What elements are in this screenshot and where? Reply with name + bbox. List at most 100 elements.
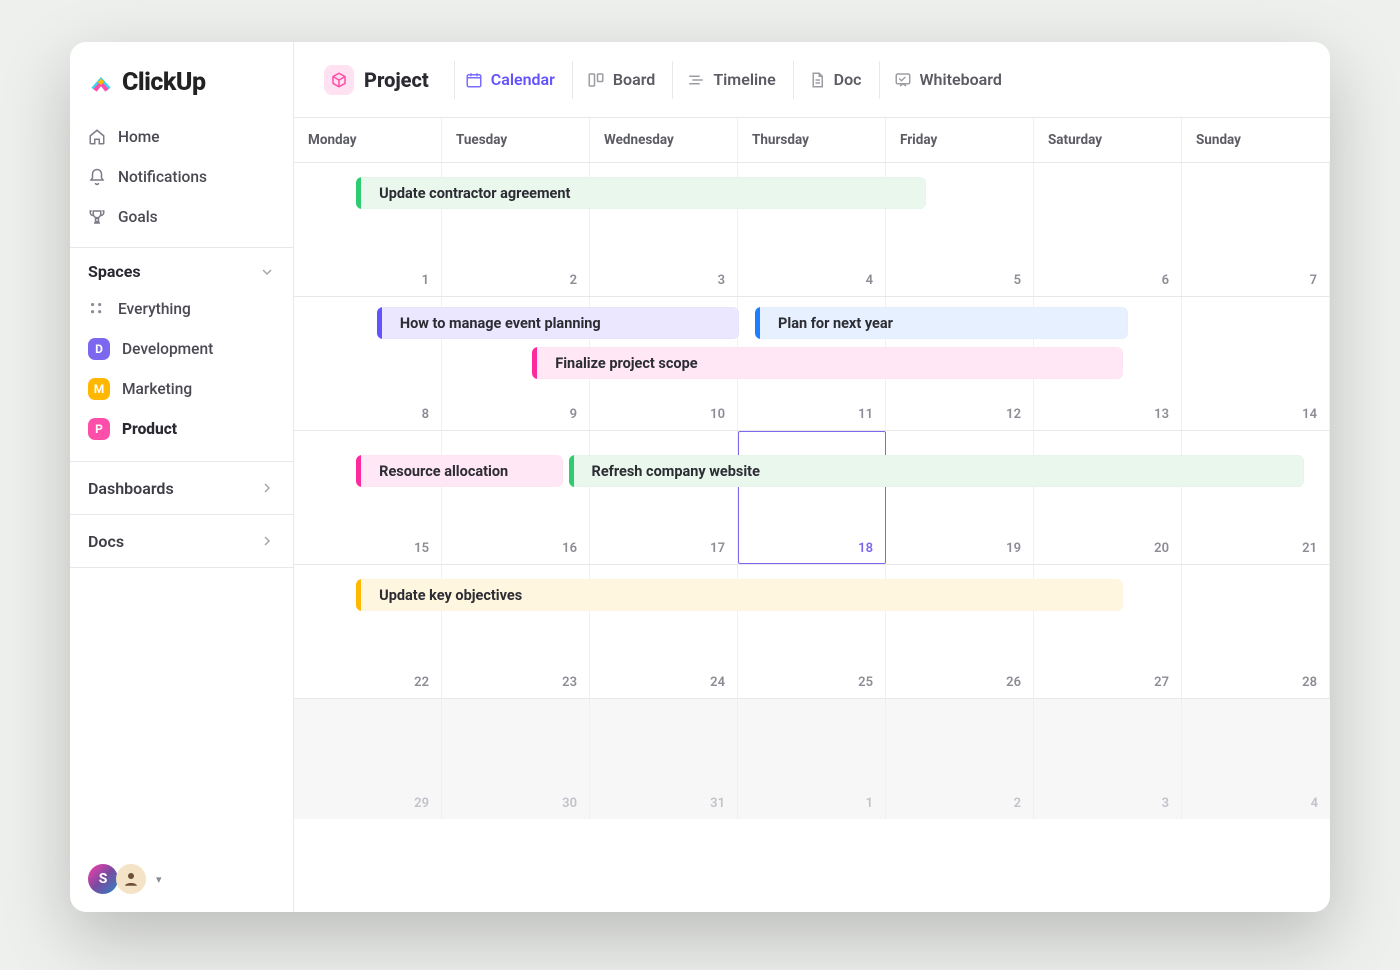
bell-icon xyxy=(88,168,106,186)
calendar-cell[interactable]: 28 xyxy=(1182,565,1330,698)
space-badge-product: P xyxy=(88,418,110,440)
tab-doc[interactable]: Doc xyxy=(793,61,876,99)
nav-goals[interactable]: Goals xyxy=(78,197,285,237)
event-refresh-website[interactable]: Refresh company website xyxy=(569,455,1305,487)
calendar-cell[interactable]: 3 xyxy=(1034,699,1182,819)
avatar-menu-caret-icon[interactable]: ▾ xyxy=(156,873,162,886)
day-mon: Monday xyxy=(294,118,442,162)
tab-calendar-label: Calendar xyxy=(491,70,555,89)
event-finalize-scope[interactable]: Finalize project scope xyxy=(532,347,1123,379)
calendar-cell[interactable]: 29 xyxy=(294,699,442,819)
development-label: Development xyxy=(122,340,213,358)
everything-icon xyxy=(88,300,106,318)
doc-icon xyxy=(808,71,826,89)
event-event-planning[interactable]: How to manage event planning xyxy=(377,307,740,339)
calendar-cell[interactable]: 21 xyxy=(1182,431,1330,564)
sidebar: ClickUp Home Notifications Goals xyxy=(70,42,294,912)
nav-notifications-label: Notifications xyxy=(118,168,207,186)
everything-label: Everything xyxy=(118,300,191,318)
calendar-week: 29 30 31 1 2 3 4 xyxy=(294,699,1330,819)
tab-whiteboard-label: Whiteboard xyxy=(920,70,1002,89)
calendar-cell[interactable]: 20 xyxy=(1034,431,1182,564)
calendar-cell[interactable]: 2 xyxy=(886,699,1034,819)
brand-name: ClickUp xyxy=(122,68,206,97)
calendar-week: 22 23 24 25 26 27 28 Update key objectiv… xyxy=(294,565,1330,699)
event-update-contractor[interactable]: Update contractor agreement xyxy=(356,177,926,209)
space-badge-development: D xyxy=(88,338,110,360)
day-thu: Thursday xyxy=(738,118,886,162)
user-avatars[interactable]: S ▾ xyxy=(88,864,162,894)
home-icon xyxy=(88,128,106,146)
board-icon xyxy=(587,71,605,89)
calendar-week: 1 2 3 4 5 6 7 Update contractor agreemen… xyxy=(294,163,1330,297)
sidebar-item-dashboards[interactable]: Dashboards xyxy=(70,462,293,514)
breadcrumb-project[interactable]: Project xyxy=(312,59,441,101)
spaces-header[interactable]: Spaces xyxy=(70,248,293,289)
spaces-label: Spaces xyxy=(88,262,141,281)
calendar-cell[interactable]: 19 xyxy=(886,431,1034,564)
calendar-cell[interactable]: 14 xyxy=(1182,297,1330,430)
event-color-bar xyxy=(569,455,574,487)
calendar-week: 15 16 17 18 19 20 21 Resource allocation… xyxy=(294,431,1330,565)
spaces-list: Everything D Development M Marketing P P… xyxy=(70,289,293,462)
event-color-bar xyxy=(356,455,361,487)
tab-board-label: Board xyxy=(613,70,655,89)
calendar-cell[interactable]: 17 xyxy=(590,431,738,564)
tab-board[interactable]: Board xyxy=(572,61,669,99)
calendar-cell[interactable]: 16 xyxy=(442,431,590,564)
sidebar-item-development[interactable]: D Development xyxy=(78,329,285,369)
tab-whiteboard[interactable]: Whiteboard xyxy=(879,61,1016,99)
event-resource-allocation[interactable]: Resource allocation xyxy=(356,455,563,487)
nav-primary: Home Notifications Goals xyxy=(70,117,293,248)
avatar-1[interactable]: S xyxy=(88,864,118,894)
docs-label: Docs xyxy=(88,532,124,551)
trophy-icon xyxy=(88,208,106,226)
sidebar-item-product[interactable]: P Product xyxy=(78,409,285,449)
day-fri: Friday xyxy=(886,118,1034,162)
calendar-cell[interactable]: 4 xyxy=(1182,699,1330,819)
day-sun: Sunday xyxy=(1182,118,1330,162)
marketing-label: Marketing xyxy=(122,380,192,398)
sidebar-item-marketing[interactable]: M Marketing xyxy=(78,369,285,409)
calendar-cell[interactable]: 31 xyxy=(590,699,738,819)
event-color-bar xyxy=(356,579,361,611)
calendar-cell-today[interactable]: 18 xyxy=(738,431,886,564)
nav-notifications[interactable]: Notifications xyxy=(78,157,285,197)
event-plan-next-year[interactable]: Plan for next year xyxy=(755,307,1128,339)
nav-home-label: Home xyxy=(118,128,160,146)
event-color-bar xyxy=(755,307,760,339)
tab-calendar[interactable]: Calendar xyxy=(454,61,569,99)
main-panel: Project Calendar Board Timeline xyxy=(294,42,1330,912)
tab-timeline[interactable]: Timeline xyxy=(672,61,789,99)
event-color-bar xyxy=(532,347,537,379)
event-label: Finalize project scope xyxy=(555,355,697,372)
tab-timeline-label: Timeline xyxy=(713,70,775,89)
event-label: Plan for next year xyxy=(778,315,893,332)
sidebar-item-docs[interactable]: Docs xyxy=(70,515,293,567)
avatar-2[interactable] xyxy=(116,864,146,894)
chevron-right-icon xyxy=(259,480,275,496)
dashboards-label: Dashboards xyxy=(88,479,174,498)
nav-home[interactable]: Home xyxy=(78,117,285,157)
event-label: How to manage event planning xyxy=(400,315,601,332)
event-color-bar xyxy=(377,307,382,339)
calendar-cell[interactable]: 1 xyxy=(738,699,886,819)
clickup-logo-icon xyxy=(88,70,114,96)
calendar-cell[interactable]: 6 xyxy=(1034,163,1182,296)
sidebar-section-docs: Docs xyxy=(70,515,293,568)
brand-logo[interactable]: ClickUp xyxy=(70,42,293,117)
topbar: Project Calendar Board Timeline xyxy=(294,42,1330,118)
event-label: Resource allocation xyxy=(379,463,508,480)
calendar-cell[interactable]: 30 xyxy=(442,699,590,819)
day-wed: Wednesday xyxy=(590,118,738,162)
event-update-objectives[interactable]: Update key objectives xyxy=(356,579,1123,611)
product-label: Product xyxy=(122,420,177,438)
nav-goals-label: Goals xyxy=(118,208,158,226)
space-badge-marketing: M xyxy=(88,378,110,400)
calendar-cell[interactable]: 7 xyxy=(1182,163,1330,296)
sidebar-item-everything[interactable]: Everything xyxy=(78,289,285,329)
day-tue: Tuesday xyxy=(442,118,590,162)
app-window: ClickUp Home Notifications Goals xyxy=(70,42,1330,912)
event-label: Update key objectives xyxy=(379,587,522,604)
calendar-cell[interactable]: 15 xyxy=(294,431,442,564)
